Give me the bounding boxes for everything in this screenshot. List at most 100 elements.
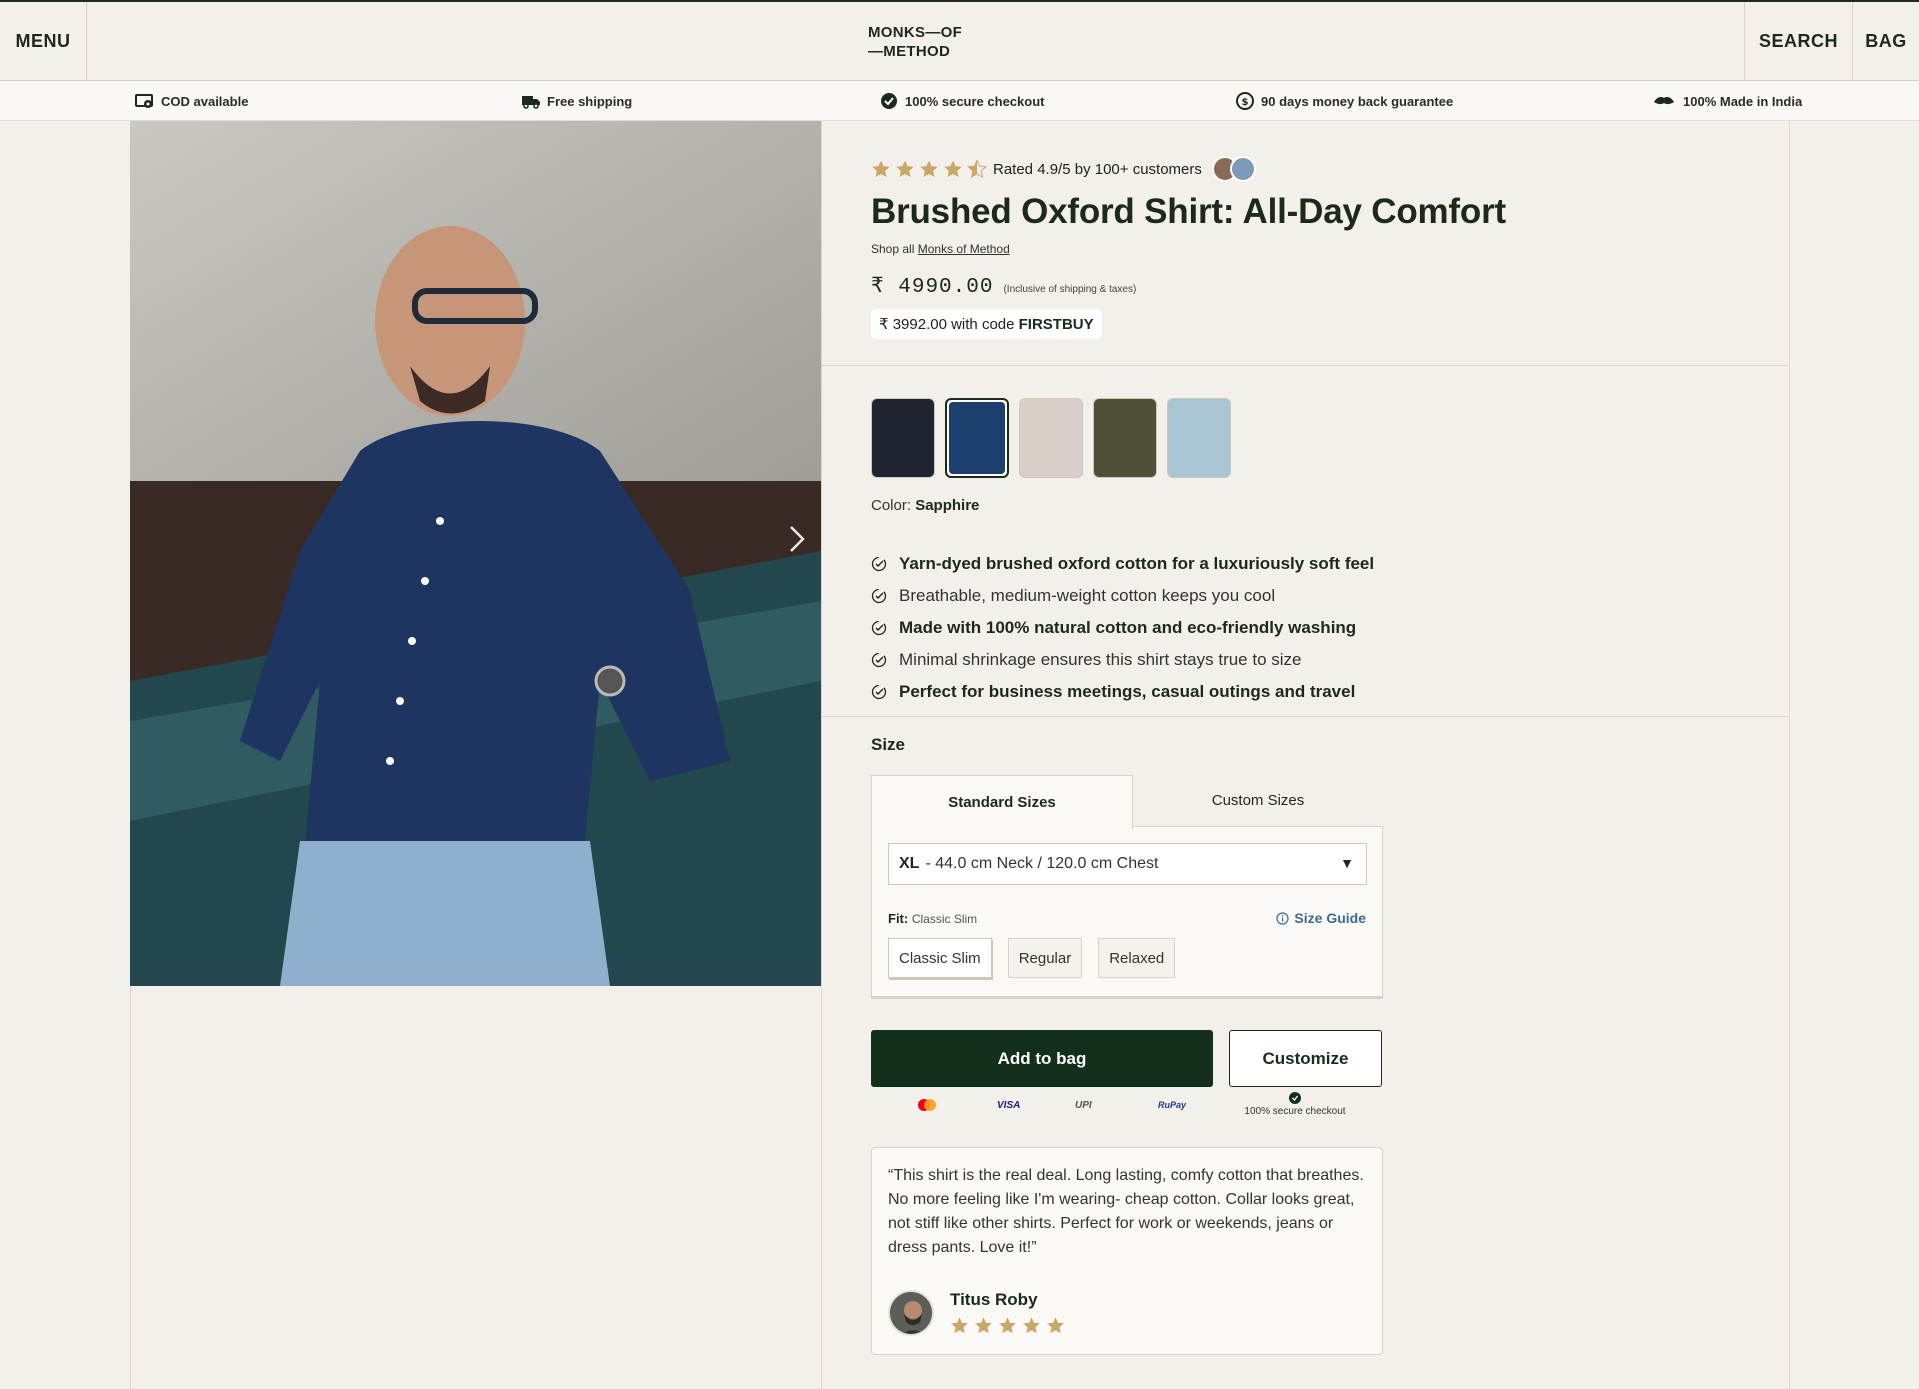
size-selector: Standard Sizes Custom Sizes XL - 44.0 cm… (871, 775, 1383, 997)
size-tabs: Standard Sizes Custom Sizes (871, 775, 1383, 829)
brand-logo[interactable]: MONKS—OF —METHOD (868, 23, 978, 61)
upi-icon: UPI (1075, 1100, 1092, 1111)
truck-icon (522, 96, 540, 109)
fit-label-prefix: Fit: (888, 911, 909, 926)
feature-list: Yarn-dyed brushed oxford cotton for a lu… (871, 548, 1431, 708)
info-icon (1276, 911, 1290, 925)
star-icon (951, 1317, 968, 1334)
trust-item-secure: 100% secure checkout (879, 81, 1044, 121)
avatar (1229, 156, 1256, 182)
trust-label: 100% secure checkout (905, 93, 1045, 109)
customize-button[interactable]: Customize (1229, 1030, 1382, 1087)
star-half-icon (967, 159, 987, 178)
size-guide-link[interactable]: Size Guide (1276, 910, 1366, 926)
trust-item-cod: COD available (135, 81, 248, 121)
star-icon (1047, 1317, 1064, 1334)
shield-check-icon (881, 93, 897, 109)
menu-button[interactable]: MENU (0, 2, 87, 81)
product-image[interactable] (130, 121, 821, 986)
star-icon (975, 1317, 992, 1334)
reviewer: Titus Roby (888, 1290, 1065, 1336)
discount-text: ₹ 3992.00 with code (879, 316, 1015, 333)
trust-item-india: 100% Made in India (1651, 81, 1802, 121)
star-icon (896, 160, 914, 177)
check-icon (871, 620, 887, 636)
rating-text: Rated 4.9/5 by 100+ customers (993, 160, 1202, 178)
caret-down-icon: ▼ (1340, 855, 1354, 871)
swatch-beige[interactable] (1019, 398, 1083, 478)
secure-checkout-note: 100% secure checkout (1235, 1092, 1355, 1117)
fit-label: Fit: Classic Slim (888, 911, 977, 926)
trust-label: Free shipping (547, 93, 633, 109)
discount-code-chip[interactable]: ₹ 3992.00 with code FIRSTBUY (871, 309, 1102, 339)
fit-options: Classic Slim Regular Relaxed (888, 938, 1176, 978)
logo-line-1: MONKS—OF (868, 24, 963, 41)
rating-row: Rated 4.9/5 by 100+ customers (871, 156, 1256, 182)
feature-item: Breathable, medium-weight cotton keeps y… (871, 580, 1431, 612)
feature-text: Breathable, medium-weight cotton keeps y… (899, 586, 1276, 605)
reviewer-avatar (888, 1290, 934, 1336)
trust-bar: COD available Free shipping 100% secure … (0, 81, 1919, 121)
secure-checkout-label: 100% secure checkout (1244, 1106, 1346, 1117)
size-panel: XL - 44.0 cm Neck / 120.0 cm Chest ▼ Fit… (871, 827, 1383, 997)
visa-icon: VISA (997, 1100, 1021, 1111)
star-icon (944, 160, 962, 177)
mastercard-icon (916, 1098, 938, 1115)
product-price: ₹ 4990.00 (871, 276, 994, 299)
add-to-bag-button[interactable]: Add to bag (871, 1030, 1213, 1087)
trust-label: 90 days money back guarantee (1261, 93, 1454, 109)
size-guide-label: Size Guide (1294, 910, 1366, 926)
customer-avatars (1211, 156, 1256, 182)
feature-item: Yarn-dyed brushed oxford cotton for a lu… (871, 548, 1431, 580)
shop-all-prefix: Shop all (871, 242, 915, 256)
feature-text: Minimal shrinkage ensures this shirt sta… (899, 650, 1302, 669)
discount-code: FIRSTBUY (1018, 316, 1094, 333)
product-title: Brushed Oxford Shirt: All-Day Comfort (871, 192, 1506, 231)
search-button[interactable]: SEARCH (1744, 2, 1852, 81)
star-icon (1023, 1317, 1040, 1334)
column-line-right (1789, 121, 1790, 1389)
tab-standard-sizes[interactable]: Standard Sizes (871, 775, 1133, 829)
chevron-right-icon[interactable] (785, 521, 809, 557)
color-label: Color: Sapphire (871, 497, 979, 514)
swatch-sky[interactable] (1167, 398, 1231, 478)
fit-option-relaxed[interactable]: Relaxed (1098, 938, 1176, 978)
bag-button[interactable]: BAG (1852, 2, 1919, 81)
fit-option-regular[interactable]: Regular (1007, 938, 1083, 978)
check-icon (871, 556, 887, 572)
swatch-black[interactable] (871, 398, 935, 478)
feature-item: Minimal shrinkage ensures this shirt sta… (871, 644, 1431, 676)
feature-text: Perfect for business meetings, casual ou… (899, 682, 1356, 701)
swatch-olive[interactable] (1093, 398, 1157, 478)
divider (821, 365, 1789, 366)
check-circle-icon (1289, 1092, 1301, 1104)
logo-line-2: —METHOD (868, 43, 951, 60)
feature-item: Made with 100% natural cotton and eco-fr… (871, 612, 1431, 644)
swatch-sapphire[interactable] (945, 398, 1009, 478)
size-dropdown[interactable]: XL - 44.0 cm Neck / 120.0 cm Chest ▼ (888, 843, 1367, 885)
shop-all-line: Shop all Monks of Method (871, 242, 1010, 256)
trust-label: COD available (161, 93, 249, 109)
rating-stars (871, 159, 987, 179)
color-value: Sapphire (915, 497, 980, 514)
fit-value: Classic Slim (911, 912, 978, 926)
cod-icon (135, 94, 153, 108)
reviewer-name: Titus Roby (950, 1290, 1038, 1309)
star-icon (999, 1317, 1016, 1334)
price-row: ₹ 4990.00 (Inclusive of shipping & taxes… (871, 273, 1136, 299)
svg-text:$: $ (1242, 97, 1249, 108)
star-icon (872, 160, 890, 177)
money-back-icon: $ (1236, 92, 1254, 110)
feature-item: Perfect for business meetings, casual ou… (871, 676, 1431, 708)
trust-item-shipping: Free shipping (521, 81, 632, 121)
price-note: (Inclusive of shipping & taxes) (1003, 284, 1137, 295)
feature-text: Yarn-dyed brushed oxford cotton for a lu… (899, 554, 1375, 573)
india-icon (1654, 97, 1674, 105)
fit-option-classic-slim[interactable]: Classic Slim (888, 938, 992, 978)
review-card: “This shirt is the real deal. Long lasti… (871, 1147, 1383, 1355)
selected-size: XL (899, 855, 920, 872)
site-header: MENU MONKS—OF —METHOD SEARCH BAG (0, 0, 1919, 81)
tab-custom-sizes[interactable]: Custom Sizes (1133, 775, 1383, 827)
shop-all-link[interactable]: Monks of Method (918, 242, 1010, 256)
check-icon (871, 588, 887, 604)
